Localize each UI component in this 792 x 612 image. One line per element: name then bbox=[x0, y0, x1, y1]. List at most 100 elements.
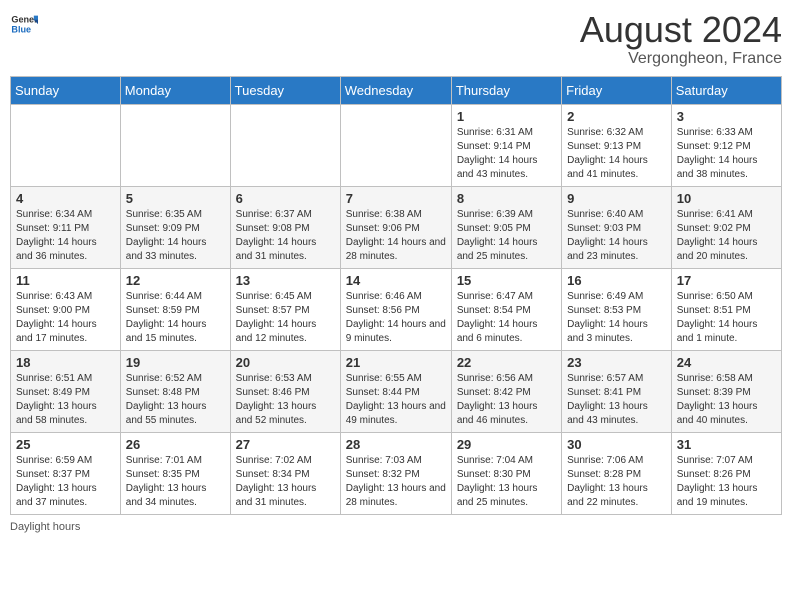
day-info: Sunrise: 7:07 AMSunset: 8:26 PMDaylight:… bbox=[677, 454, 776, 510]
calendar-cell: 1 Sunrise: 6:31 AMSunset: 9:14 PMDaylight… bbox=[451, 104, 561, 186]
day-number: 20 bbox=[236, 355, 335, 370]
day-number: 2 bbox=[567, 109, 666, 124]
calendar-cell: 2 Sunrise: 6:32 AMSunset: 9:13 PMDaylight… bbox=[562, 104, 672, 186]
calendar-cell: 15 Sunrise: 6:47 AMSunset: 8:54 PMDayligh… bbox=[451, 268, 561, 350]
day-number: 19 bbox=[126, 355, 225, 370]
day-info: Sunrise: 7:04 AMSunset: 8:30 PMDaylight:… bbox=[457, 454, 556, 510]
weekday-header-monday: Monday bbox=[120, 76, 230, 104]
calendar-cell: 29 Sunrise: 7:04 AMSunset: 8:30 PMDayligh… bbox=[451, 432, 561, 514]
day-number: 22 bbox=[457, 355, 556, 370]
calendar-cell: 3 Sunrise: 6:33 AMSunset: 9:12 PMDaylight… bbox=[671, 104, 781, 186]
day-number: 16 bbox=[567, 273, 666, 288]
day-info: Sunrise: 6:35 AMSunset: 9:09 PMDaylight:… bbox=[126, 208, 225, 264]
day-info: Sunrise: 6:37 AMSunset: 9:08 PMDaylight:… bbox=[236, 208, 335, 264]
day-number: 29 bbox=[457, 437, 556, 452]
day-info: Sunrise: 6:40 AMSunset: 9:03 PMDaylight:… bbox=[567, 208, 666, 264]
day-info: Sunrise: 7:01 AMSunset: 8:35 PMDaylight:… bbox=[126, 454, 225, 510]
calendar-cell: 13 Sunrise: 6:45 AMSunset: 8:57 PMDayligh… bbox=[230, 268, 340, 350]
day-info: Sunrise: 6:52 AMSunset: 8:48 PMDaylight:… bbox=[126, 372, 225, 428]
day-info: Sunrise: 6:51 AMSunset: 8:49 PMDaylight:… bbox=[16, 372, 115, 428]
day-number: 26 bbox=[126, 437, 225, 452]
calendar-week-1: 4 Sunrise: 6:34 AMSunset: 9:11 PMDaylight… bbox=[11, 186, 782, 268]
day-number: 8 bbox=[457, 191, 556, 206]
calendar-week-2: 11Sunrise: 6:43 AMSunset: 9:00 PMDayligh… bbox=[11, 268, 782, 350]
calendar-cell: 23Sunrise: 6:57 AMSunset: 8:41 PMDayligh… bbox=[562, 350, 672, 432]
calendar-week-3: 18 Sunrise: 6:51 AMSunset: 8:49 PMDayligh… bbox=[11, 350, 782, 432]
calendar-cell: 22 Sunrise: 6:56 AMSunset: 8:42 PMDayligh… bbox=[451, 350, 561, 432]
logo-icon: General Blue bbox=[10, 10, 38, 38]
day-info: Sunrise: 6:31 AMSunset: 9:14 PMDaylight:… bbox=[457, 126, 556, 182]
day-number: 13 bbox=[236, 273, 335, 288]
calendar-cell bbox=[340, 104, 451, 186]
day-info: Sunrise: 6:33 AMSunset: 9:12 PMDaylight:… bbox=[677, 126, 776, 182]
day-info: Sunrise: 6:46 AMSunset: 8:56 PMDaylight:… bbox=[346, 290, 446, 346]
weekday-header-sunday: Sunday bbox=[11, 76, 121, 104]
calendar-cell bbox=[11, 104, 121, 186]
day-number: 12 bbox=[126, 273, 225, 288]
calendar-week-4: 25Sunrise: 6:59 AMSunset: 8:37 PMDayligh… bbox=[11, 432, 782, 514]
day-number: 23 bbox=[567, 355, 666, 370]
day-number: 28 bbox=[346, 437, 446, 452]
calendar-cell: 14 Sunrise: 6:46 AMSunset: 8:56 PMDayligh… bbox=[340, 268, 451, 350]
day-info: Sunrise: 6:58 AMSunset: 8:39 PMDaylight:… bbox=[677, 372, 776, 428]
calendar-cell: 17Sunrise: 6:50 AMSunset: 8:51 PMDayligh… bbox=[671, 268, 781, 350]
calendar-cell: 6 Sunrise: 6:37 AMSunset: 9:08 PMDaylight… bbox=[230, 186, 340, 268]
footer-note: Daylight hours bbox=[10, 521, 782, 533]
day-info: Sunrise: 6:53 AMSunset: 8:46 PMDaylight:… bbox=[236, 372, 335, 428]
logo: General Blue bbox=[10, 10, 38, 38]
calendar-week-0: 1 Sunrise: 6:31 AMSunset: 9:14 PMDaylight… bbox=[11, 104, 782, 186]
day-number: 10 bbox=[677, 191, 776, 206]
calendar-cell: 30 Sunrise: 7:06 AMSunset: 8:28 PMDayligh… bbox=[562, 432, 672, 514]
calendar-cell: 26 Sunrise: 7:01 AMSunset: 8:35 PMDayligh… bbox=[120, 432, 230, 514]
day-info: Sunrise: 6:49 AMSunset: 8:53 PMDaylight:… bbox=[567, 290, 666, 346]
day-info: Sunrise: 6:38 AMSunset: 9:06 PMDaylight:… bbox=[346, 208, 446, 264]
day-number: 1 bbox=[457, 109, 556, 124]
day-number: 27 bbox=[236, 437, 335, 452]
day-number: 15 bbox=[457, 273, 556, 288]
calendar-cell: 9 Sunrise: 6:40 AMSunset: 9:03 PMDaylight… bbox=[562, 186, 672, 268]
calendar-cell: 5 Sunrise: 6:35 AMSunset: 9:09 PMDaylight… bbox=[120, 186, 230, 268]
day-info: Sunrise: 6:41 AMSunset: 9:02 PMDaylight:… bbox=[677, 208, 776, 264]
day-number: 6 bbox=[236, 191, 335, 206]
day-number: 25 bbox=[16, 437, 115, 452]
day-number: 5 bbox=[126, 191, 225, 206]
day-number: 3 bbox=[677, 109, 776, 124]
page-header: General Blue August 2024 Vergongheon, Fr… bbox=[10, 10, 782, 68]
calendar-cell bbox=[120, 104, 230, 186]
day-info: Sunrise: 7:03 AMSunset: 8:32 PMDaylight:… bbox=[346, 454, 446, 510]
day-info: Sunrise: 7:06 AMSunset: 8:28 PMDaylight:… bbox=[567, 454, 666, 510]
day-number: 30 bbox=[567, 437, 666, 452]
calendar-cell: 12 Sunrise: 6:44 AMSunset: 8:59 PMDayligh… bbox=[120, 268, 230, 350]
day-info: Sunrise: 7:02 AMSunset: 8:34 PMDaylight:… bbox=[236, 454, 335, 510]
calendar-cell: 28 Sunrise: 7:03 AMSunset: 8:32 PMDayligh… bbox=[340, 432, 451, 514]
day-info: Sunrise: 6:44 AMSunset: 8:59 PMDaylight:… bbox=[126, 290, 225, 346]
day-number: 17 bbox=[677, 273, 776, 288]
calendar-cell: 16 Sunrise: 6:49 AMSunset: 8:53 PMDayligh… bbox=[562, 268, 672, 350]
weekday-header-row: SundayMondayTuesdayWednesdayThursdayFrid… bbox=[11, 76, 782, 104]
day-number: 18 bbox=[16, 355, 115, 370]
day-number: 24 bbox=[677, 355, 776, 370]
weekday-header-saturday: Saturday bbox=[671, 76, 781, 104]
day-number: 9 bbox=[567, 191, 666, 206]
calendar-cell: 20 Sunrise: 6:53 AMSunset: 8:46 PMDayligh… bbox=[230, 350, 340, 432]
day-info: Sunrise: 6:56 AMSunset: 8:42 PMDaylight:… bbox=[457, 372, 556, 428]
calendar-cell: 18 Sunrise: 6:51 AMSunset: 8:49 PMDayligh… bbox=[11, 350, 121, 432]
day-info: Sunrise: 6:45 AMSunset: 8:57 PMDaylight:… bbox=[236, 290, 335, 346]
weekday-header-friday: Friday bbox=[562, 76, 672, 104]
calendar-cell: 31Sunrise: 7:07 AMSunset: 8:26 PMDayligh… bbox=[671, 432, 781, 514]
day-number: 21 bbox=[346, 355, 446, 370]
day-info: Sunrise: 6:34 AMSunset: 9:11 PMDaylight:… bbox=[16, 208, 115, 264]
calendar-cell: 27 Sunrise: 7:02 AMSunset: 8:34 PMDayligh… bbox=[230, 432, 340, 514]
day-number: 4 bbox=[16, 191, 115, 206]
calendar-cell: 19 Sunrise: 6:52 AMSunset: 8:48 PMDayligh… bbox=[120, 350, 230, 432]
calendar-cell: 24 Sunrise: 6:58 AMSunset: 8:39 PMDayligh… bbox=[671, 350, 781, 432]
calendar-table: SundayMondayTuesdayWednesdayThursdayFrid… bbox=[10, 76, 782, 515]
day-info: Sunrise: 6:47 AMSunset: 8:54 PMDaylight:… bbox=[457, 290, 556, 346]
day-number: 14 bbox=[346, 273, 446, 288]
month-title: August 2024 bbox=[580, 10, 782, 50]
day-info: Sunrise: 6:32 AMSunset: 9:13 PMDaylight:… bbox=[567, 126, 666, 182]
day-info: Sunrise: 6:43 AMSunset: 9:00 PMDaylight:… bbox=[16, 290, 115, 346]
calendar-cell: 7Sunrise: 6:38 AMSunset: 9:06 PMDaylight… bbox=[340, 186, 451, 268]
day-info: Sunrise: 6:55 AMSunset: 8:44 PMDaylight:… bbox=[346, 372, 446, 428]
svg-text:Blue: Blue bbox=[11, 24, 31, 34]
